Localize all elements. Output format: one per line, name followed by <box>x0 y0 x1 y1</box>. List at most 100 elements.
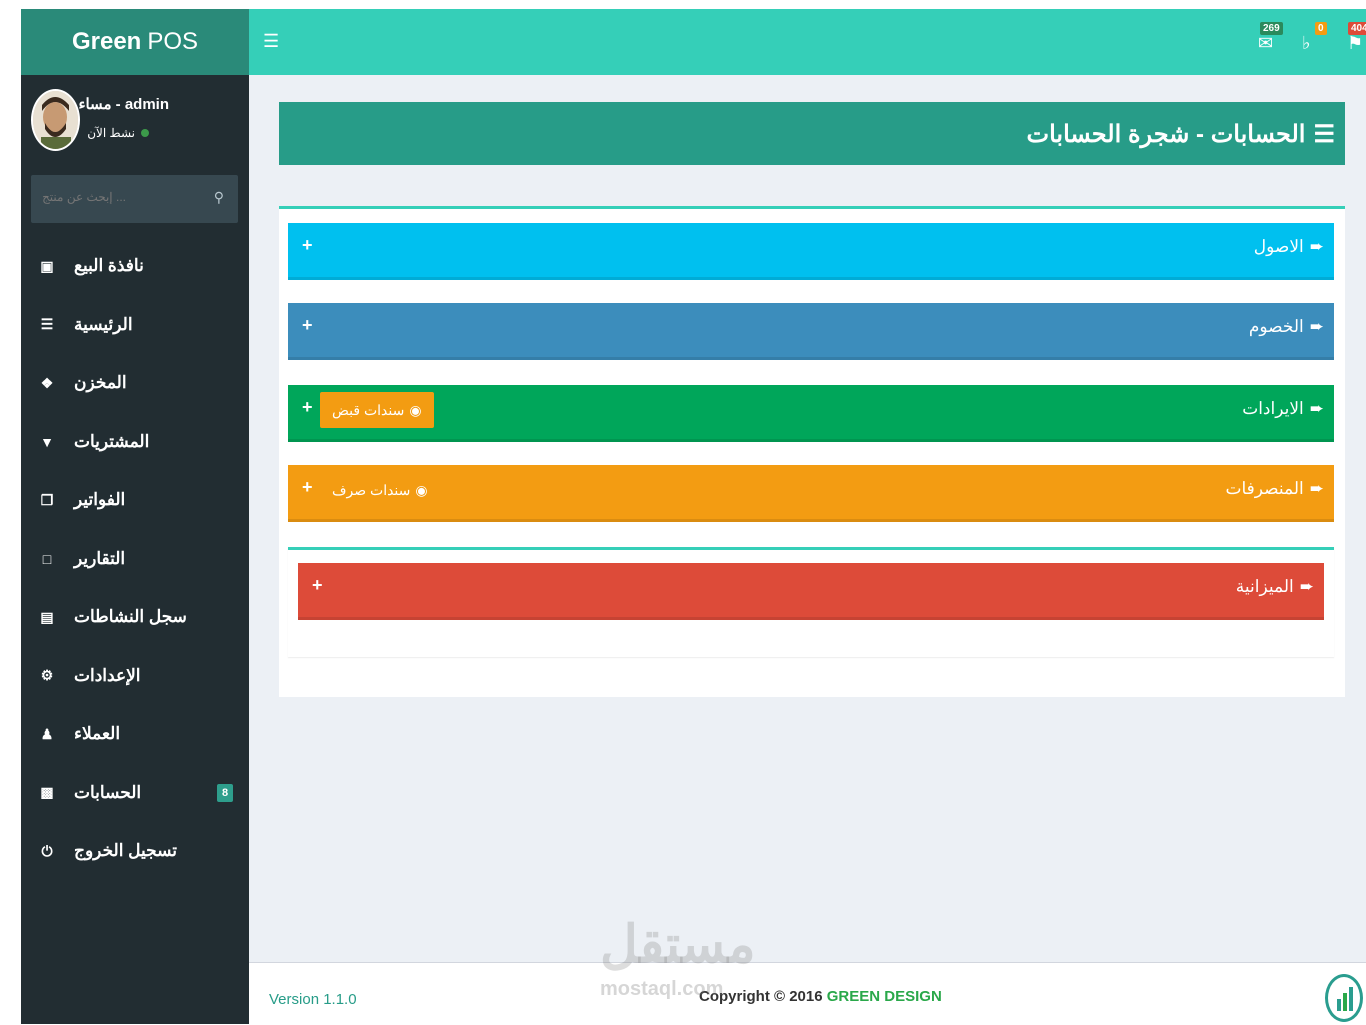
account-expenses[interactable]: + سندات صرف ◉ المنصرفات ➨ <box>288 465 1334 522</box>
receipt-vouchers-button[interactable]: سندات قبض ◉ <box>320 392 434 428</box>
account-budget[interactable]: + الميزانية ➨ <box>298 563 1324 620</box>
sidebar-item-accounts[interactable]: ▩ الحسابات 8 <box>21 764 249 823</box>
footer: Version 1.1.0 Copyright © 2016 GREEN DES… <box>249 962 1366 1025</box>
page-title: الحسابات - شجرة الحسابات ☰ <box>1027 120 1336 149</box>
content-area: الحسابات - شجرة الحسابات ☰ + الاصول ➨ + … <box>249 75 1366 962</box>
sidebar-item-settings[interactable]: ⚙ الإعدادات <box>21 647 249 706</box>
payment-vouchers-button[interactable]: سندات صرف ◉ <box>320 472 440 508</box>
eye-icon: ◉ <box>409 401 422 418</box>
sidebar-item-label: التقارير <box>74 548 126 568</box>
app-logo[interactable]: Green POS <box>21 9 249 75</box>
money-icon: ▩ <box>40 784 54 801</box>
bell-icon[interactable]: ♭ <box>1302 33 1311 54</box>
page-header: الحسابات - شجرة الحسابات ☰ <box>279 102 1345 165</box>
account-title: المنصرفات ➨ <box>1225 479 1324 499</box>
sidebar-item-label: تسجيل الخروج <box>74 841 178 861</box>
sidebar-menu: ▣ نافذة البيع ☰ الرئيسية ❖ المخزن ▼ المش… <box>21 237 249 881</box>
accounts-tree-box: + الاصول ➨ + الخصوم ➨ + سندات قبض ◉ الاي… <box>279 206 1345 697</box>
account-title-text: الاصول <box>1253 237 1304 256</box>
cart-icon: ▼ <box>40 433 54 450</box>
account-title-text: الخصوم <box>1248 317 1304 336</box>
files-icon: ❐ <box>40 491 54 508</box>
account-assets[interactable]: + الاصول ➨ <box>288 223 1334 280</box>
sidebar: Green POS مساء - admin نشط الآن ⚲ ▣ نافذ… <box>21 9 249 1024</box>
mail-count-badge: 269 <box>1260 22 1283 35</box>
brand-rest: POS <box>147 28 199 55</box>
sidebar-item-label: الرئيسية <box>74 314 133 334</box>
sidebar-item-reports[interactable]: □ التقارير <box>21 530 249 589</box>
budget-box: + الميزانية ➨ <box>288 547 1334 657</box>
copyright-text: Copyright © 2016 GREEN DESIGN <box>699 988 942 1005</box>
company-name: GREEN DESIGN <box>826 988 942 1005</box>
file-icon: □ <box>42 550 52 567</box>
expand-icon[interactable]: + <box>302 477 313 498</box>
sign-in-icon: ➨ <box>1309 479 1324 498</box>
account-title-text: الايرادات <box>1242 399 1304 418</box>
sidebar-item-activity-log[interactable]: ▤ سجل النشاطات <box>21 588 249 647</box>
watermark-logo: مستقل <box>600 916 756 974</box>
expand-icon[interactable]: + <box>302 315 313 336</box>
account-title: الايرادات ➨ <box>1242 399 1324 419</box>
notification-count-badge: 0 <box>1315 22 1327 35</box>
sidebar-item-label: المشتريات <box>74 431 150 451</box>
list-icon: ☰ <box>1313 121 1335 148</box>
sidebar-item-home[interactable]: ☰ الرئيسية <box>21 296 249 355</box>
watermark-url: mostaql.com <box>600 978 724 1000</box>
brand-bold: Green <box>71 28 142 55</box>
sidebar-item-pos[interactable]: ▣ نافذة البيع <box>21 237 249 296</box>
top-navbar: ☰ ✉ 269 ♭ 0 ⚑ 404 <box>249 9 1366 75</box>
avatar[interactable] <box>31 89 80 151</box>
cubes-icon: ❖ <box>40 374 54 391</box>
account-title-text: المنصرفات <box>1225 479 1304 498</box>
online-dot-icon <box>141 129 149 137</box>
sidebar-item-store[interactable]: ❖ المخزن <box>21 354 249 413</box>
search-icon[interactable]: ⚲ <box>214 189 224 206</box>
version-text: Version 1.1.0 <box>269 991 357 1008</box>
search-box: ⚲ <box>31 175 238 223</box>
page-title-text: الحسابات - شجرة الحسابات <box>1026 121 1306 148</box>
user-icon: ♟ <box>40 725 54 742</box>
file-text-icon: ▤ <box>40 608 54 625</box>
sidebar-item-label: الفواتير <box>74 490 126 510</box>
sidebar-item-label: العملاء <box>74 724 121 744</box>
user-name: مساء - admin <box>78 96 169 113</box>
user-panel: مساء - admin نشط الآن <box>21 75 249 163</box>
menu-toggle-icon[interactable]: ☰ <box>263 31 279 52</box>
company-logo-icon <box>1325 974 1363 1022</box>
search-input[interactable] <box>34 189 128 205</box>
sidebar-item-label: الحسابات <box>74 782 142 802</box>
account-title: الميزانية ➨ <box>1236 577 1314 597</box>
button-label: سندات قبض <box>332 401 405 418</box>
account-title: الاصول ➨ <box>1254 237 1324 257</box>
sign-in-icon: ➨ <box>1309 399 1324 418</box>
sidebar-item-label: سجل النشاطات <box>74 607 187 627</box>
gears-icon: ⚙ <box>40 667 54 684</box>
account-title-text: الميزانية <box>1235 577 1294 596</box>
sign-out-icon: ➨ <box>1309 317 1324 336</box>
sidebar-item-logout[interactable]: ⏻ تسجيل الخروج <box>21 822 249 881</box>
sidebar-item-label: المخزن <box>74 373 127 393</box>
flag-icon[interactable]: ⚑ <box>1347 33 1363 54</box>
sidebar-item-purchases[interactable]: ▼ المشتريات <box>21 413 249 472</box>
sidebar-item-label: نافذة البيع <box>74 256 144 276</box>
expand-icon[interactable]: + <box>312 575 323 596</box>
expand-icon[interactable]: + <box>302 235 313 256</box>
sidebar-item-customers[interactable]: ♟ العملاء <box>21 705 249 764</box>
account-revenues[interactable]: + سندات قبض ◉ الايرادات ➨ <box>288 385 1334 442</box>
accounts-count-badge: 8 <box>217 783 234 802</box>
flag-count-badge: 404 <box>1348 22 1366 35</box>
list-icon: ☰ <box>40 316 54 333</box>
account-liabilities[interactable]: + الخصوم ➨ <box>288 303 1334 360</box>
power-icon: ⏻ <box>41 842 53 859</box>
button-label: سندات صرف <box>332 481 411 498</box>
eye-icon: ◉ <box>415 481 428 498</box>
sidebar-item-invoices[interactable]: ❐ الفواتير <box>21 471 249 530</box>
cashier-icon: ▣ <box>40 257 54 274</box>
mail-icon[interactable]: ✉ <box>1258 33 1273 54</box>
expand-icon[interactable]: + <box>302 397 313 418</box>
status-text: نشط الآن <box>87 126 135 140</box>
account-title: الخصوم ➨ <box>1249 317 1324 337</box>
sign-in-icon: ➨ <box>1299 577 1314 596</box>
sidebar-item-label: الإعدادات <box>74 665 141 685</box>
user-status: نشط الآن <box>87 126 149 140</box>
